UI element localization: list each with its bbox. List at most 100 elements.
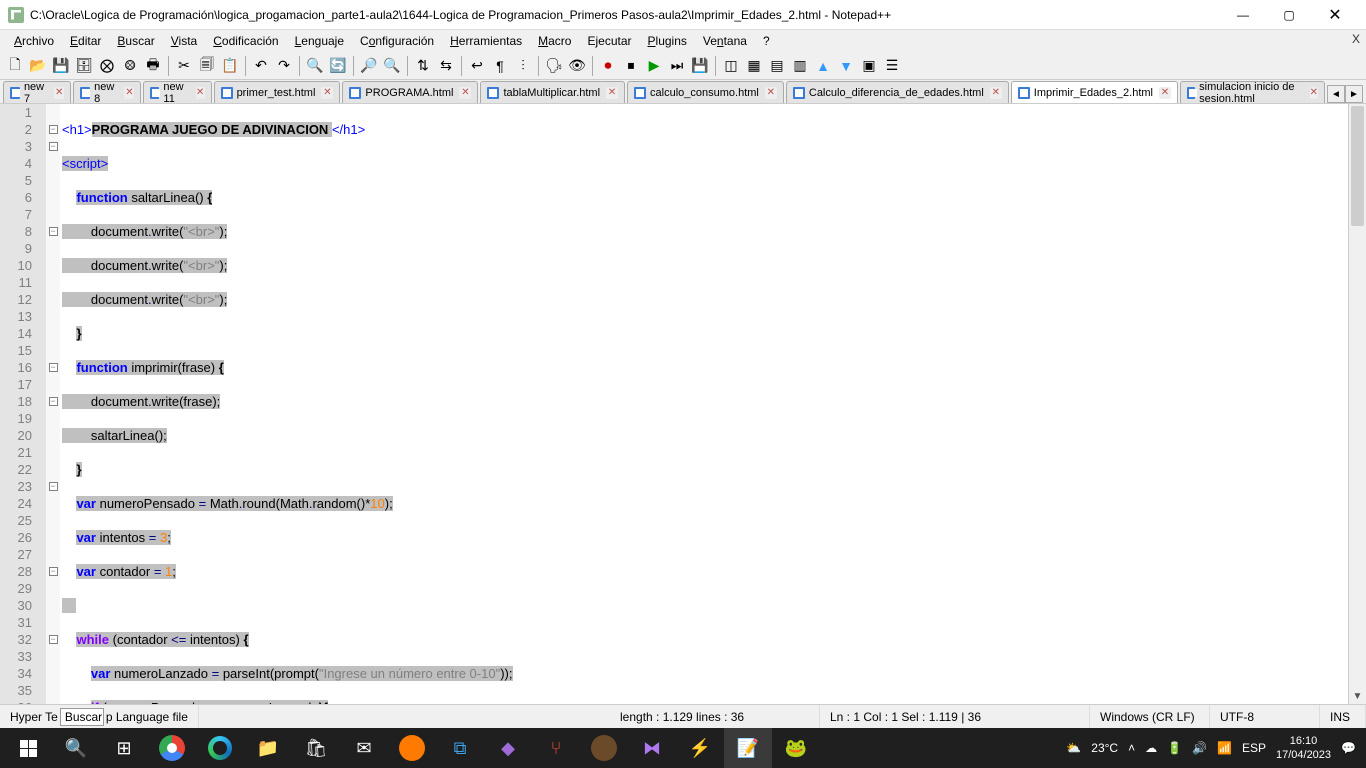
fold-toggle-icon[interactable]: −: [49, 125, 58, 134]
fold-icon[interactable]: ▲: [812, 55, 834, 77]
edge-icon[interactable]: [196, 728, 244, 768]
panel3-icon[interactable]: ▤: [766, 55, 788, 77]
zoom-in-icon[interactable]: 🔎: [358, 55, 380, 77]
status-encoding[interactable]: UTF-8: [1210, 705, 1320, 728]
maximize-button[interactable]: ▢: [1266, 0, 1312, 30]
tab-simulacion[interactable]: simulacion inicio de sesion.html✕: [1180, 81, 1325, 103]
app-icon-green[interactable]: 🐸: [772, 728, 820, 768]
new-file-icon[interactable]: 🗋: [4, 55, 26, 77]
language-indicator[interactable]: ESP: [1242, 741, 1266, 755]
fold-toggle-icon[interactable]: −: [49, 142, 58, 151]
fold-toggle-icon[interactable]: −: [49, 227, 58, 236]
scroll-thumb[interactable]: [1351, 106, 1364, 226]
monitor-icon[interactable]: 👁: [566, 55, 588, 77]
play-macro-icon[interactable]: ▶: [643, 55, 665, 77]
visual-studio-icon[interactable]: ⧓: [628, 728, 676, 768]
clock[interactable]: 16:1017/04/2023: [1276, 734, 1331, 762]
play-multi-icon[interactable]: ⏭: [666, 55, 688, 77]
close-file-icon[interactable]: ⨂: [96, 55, 118, 77]
notepadpp-taskbar-icon[interactable]: 📝: [724, 728, 772, 768]
open-file-icon[interactable]: 📂: [27, 55, 49, 77]
tab-close-icon[interactable]: ✕: [1310, 87, 1318, 99]
menu-buscar[interactable]: Buscar: [109, 32, 162, 50]
stop-macro-icon[interactable]: ⏹: [620, 55, 642, 77]
app-icon-git[interactable]: ⑂: [532, 728, 580, 768]
code-area[interactable]: <h1>PROGRAMA JUEGO DE ADIVINACION </h1> …: [60, 104, 1348, 704]
menu-codificacion[interactable]: Codificación: [205, 32, 286, 50]
tab-close-icon[interactable]: ✕: [54, 87, 64, 99]
redo-icon[interactable]: ↷: [273, 55, 295, 77]
sync-v-icon[interactable]: ⇅: [412, 55, 434, 77]
menu-lenguaje[interactable]: Lenguaje: [287, 32, 352, 50]
save-macro-icon[interactable]: 💾: [689, 55, 711, 77]
scroll-down-icon[interactable]: ▼: [1349, 688, 1366, 704]
lang-icon[interactable]: 🗣: [543, 55, 565, 77]
tab-programa[interactable]: PROGRAMA.html✕: [342, 81, 478, 103]
onedrive-icon[interactable]: ☁: [1145, 741, 1157, 755]
doc-list-icon[interactable]: ☰: [881, 55, 903, 77]
tray-chevron-up-icon[interactable]: ˄: [1128, 741, 1135, 755]
save-all-icon[interactable]: 🗄: [73, 55, 95, 77]
menu-archivo[interactable]: Archivo: [6, 32, 62, 50]
sync-h-icon[interactable]: ⇆: [435, 55, 457, 77]
start-button[interactable]: [4, 728, 52, 768]
menu-close-x[interactable]: X: [1352, 32, 1360, 46]
cut-icon[interactable]: ✂: [173, 55, 195, 77]
find-icon[interactable]: 🔍: [304, 55, 326, 77]
panel1-icon[interactable]: ◫: [720, 55, 742, 77]
record-macro-icon[interactable]: ⏺: [597, 55, 619, 77]
tab-new8[interactable]: new 8✕: [73, 81, 141, 103]
tab-new7[interactable]: new 7✕: [3, 81, 71, 103]
menu-macro[interactable]: Macro: [530, 32, 579, 50]
vscode-icon[interactable]: ⧉: [436, 728, 484, 768]
menu-herramientas[interactable]: Herramientas: [442, 32, 530, 50]
app-icon-brown[interactable]: [580, 728, 628, 768]
tab-close-icon[interactable]: ✕: [124, 87, 134, 99]
panel2-icon[interactable]: ▦: [743, 55, 765, 77]
mail-icon[interactable]: ✉: [340, 728, 388, 768]
fold-toggle-icon[interactable]: −: [49, 363, 58, 372]
menu-ejecutar[interactable]: Ejecutar: [579, 32, 639, 50]
weather-temp[interactable]: 23°C: [1091, 741, 1118, 755]
app-icon-orange[interactable]: [388, 728, 436, 768]
chrome-icon[interactable]: [148, 728, 196, 768]
tab-scroll-left-icon[interactable]: ◄: [1327, 85, 1345, 103]
save-icon[interactable]: 💾: [50, 55, 72, 77]
close-button[interactable]: ✕: [1312, 0, 1358, 30]
wifi-icon[interactable]: 📶: [1217, 741, 1232, 755]
tab-calculo-diferencia[interactable]: Calculo_diferencia_de_edades.html✕: [786, 81, 1009, 103]
unfold-icon[interactable]: ▼: [835, 55, 857, 77]
file-explorer-icon[interactable]: 📁: [244, 728, 292, 768]
fold-toggle-icon[interactable]: −: [49, 482, 58, 491]
doc-map-icon[interactable]: ▣: [858, 55, 880, 77]
tab-close-icon[interactable]: ✕: [990, 87, 1002, 99]
print-icon[interactable]: 🖶: [142, 55, 164, 77]
menu-plugins[interactable]: Plugins: [640, 32, 695, 50]
battery-icon[interactable]: 🔋: [1167, 741, 1182, 755]
search-input[interactable]: Buscar: [60, 708, 104, 726]
tab-primer-test[interactable]: primer_test.html✕: [214, 81, 341, 103]
tab-close-icon[interactable]: ✕: [765, 87, 777, 99]
fold-toggle-icon[interactable]: −: [49, 397, 58, 406]
status-insert-mode[interactable]: INS: [1320, 705, 1366, 728]
tab-new11[interactable]: new 11✕: [143, 81, 211, 103]
menu-ventana[interactable]: Ventana: [695, 32, 755, 50]
tab-imprimir-edades[interactable]: Imprimir_Edades_2.html✕: [1011, 81, 1178, 103]
tab-close-icon[interactable]: ✕: [196, 87, 205, 99]
all-chars-icon[interactable]: ¶: [489, 55, 511, 77]
tab-close-icon[interactable]: ✕: [1159, 87, 1171, 99]
close-all-icon[interactable]: ⨷: [119, 55, 141, 77]
store-icon[interactable]: 🛍: [292, 728, 340, 768]
menu-configuracion[interactable]: Configuración: [352, 32, 442, 50]
minimize-button[interactable]: —: [1220, 0, 1266, 30]
wordwrap-icon[interactable]: ↩: [466, 55, 488, 77]
menu-vista[interactable]: Vista: [163, 32, 205, 50]
undo-icon[interactable]: ↶: [250, 55, 272, 77]
search-button[interactable]: 🔍: [52, 728, 100, 768]
indent-guide-icon[interactable]: ⫶: [512, 55, 534, 77]
volume-icon[interactable]: 🔊: [1192, 741, 1207, 755]
copy-icon[interactable]: 🗐: [196, 55, 218, 77]
status-eol[interactable]: Windows (CR LF): [1090, 705, 1210, 728]
tab-tabla[interactable]: tablaMultiplicar.html✕: [480, 81, 625, 103]
weather-icon[interactable]: ⛅: [1066, 741, 1081, 755]
